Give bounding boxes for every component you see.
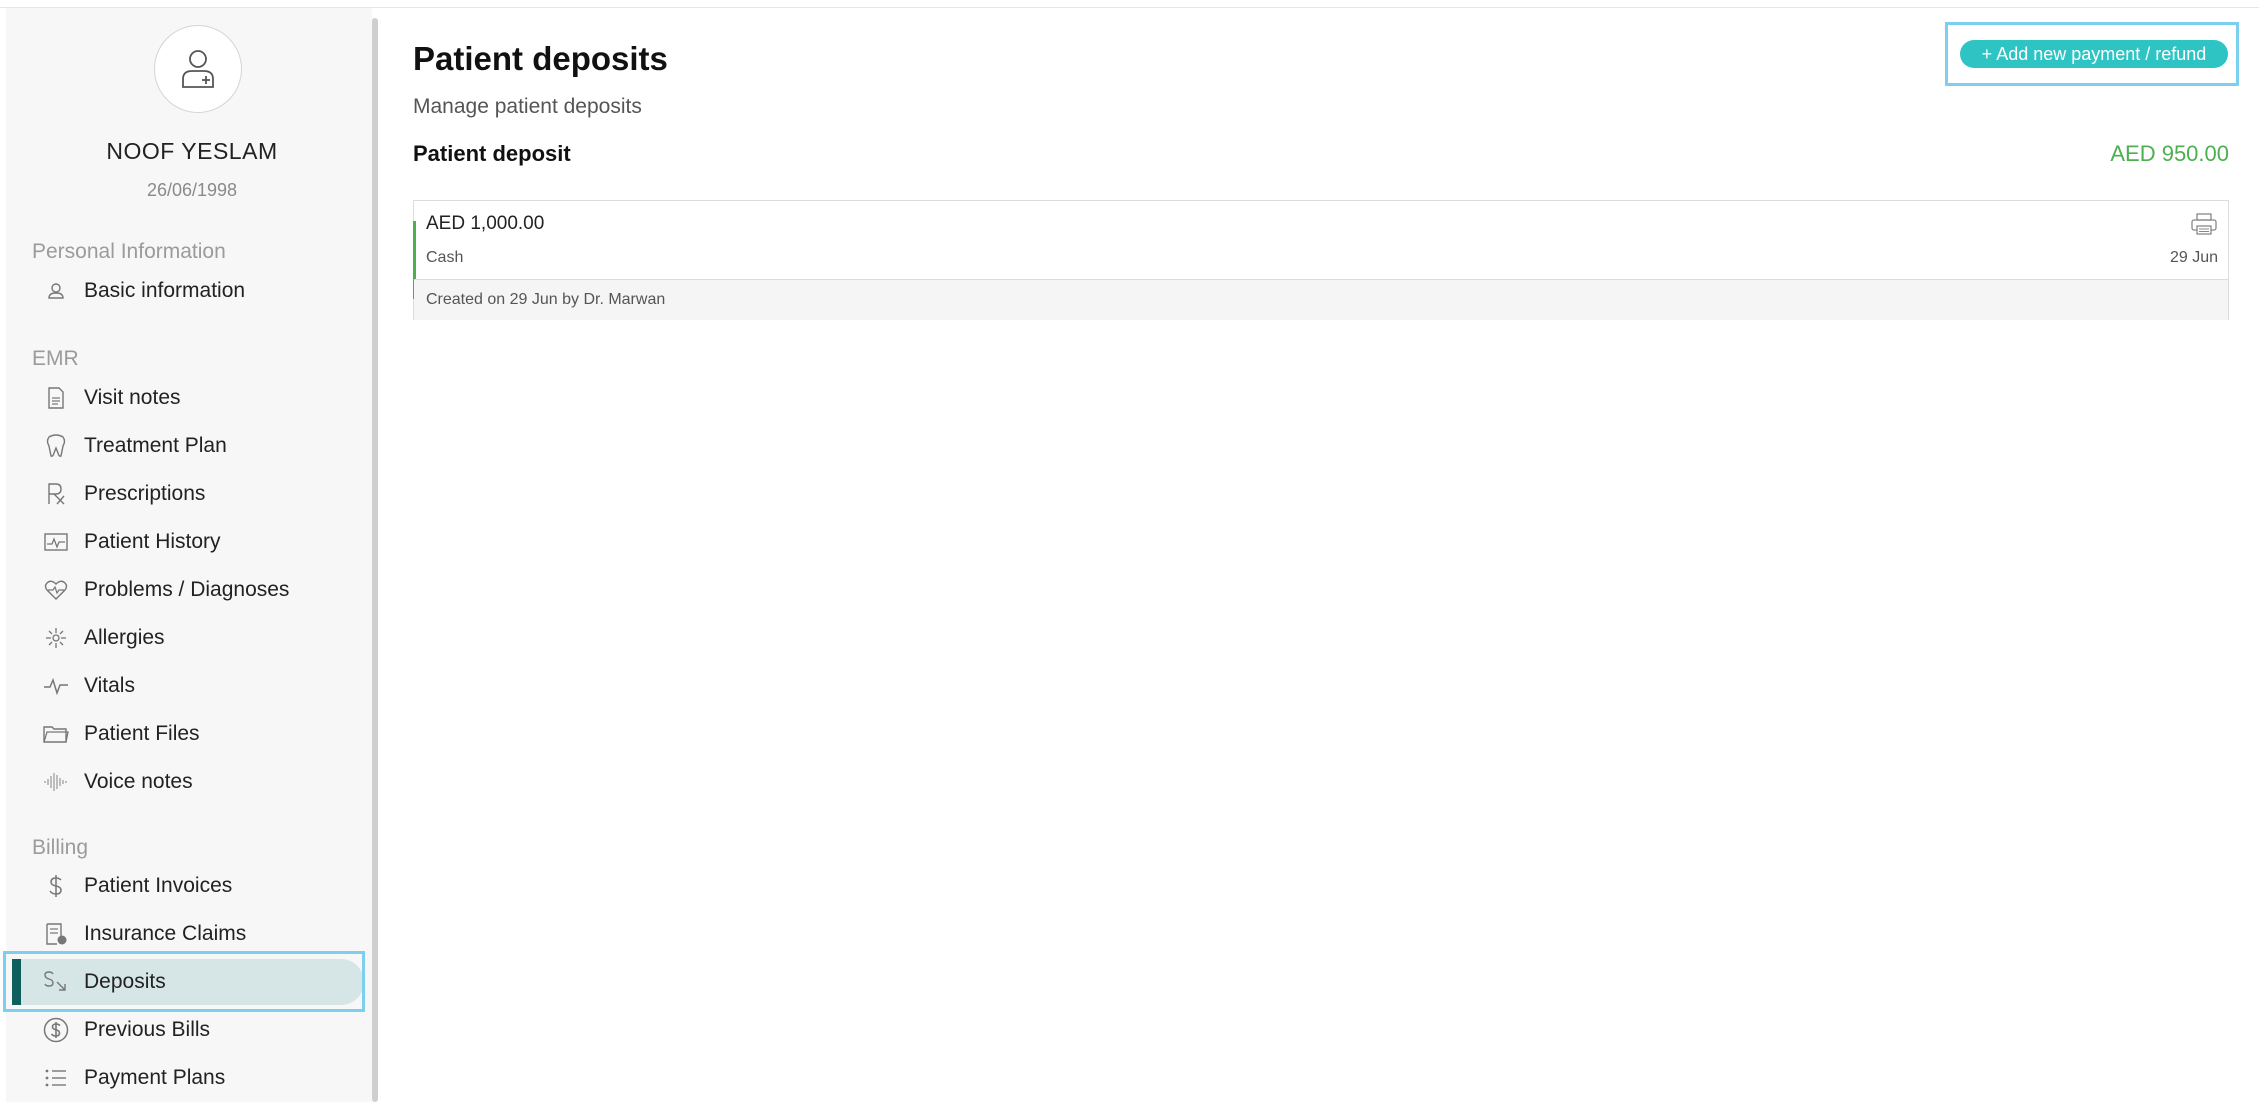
folder-icon xyxy=(42,720,70,748)
waveform-icon xyxy=(42,768,70,796)
claim-document-icon xyxy=(42,920,70,948)
patient-avatar-icon xyxy=(182,50,214,88)
deposit-icon xyxy=(42,968,70,996)
history-chart-icon xyxy=(42,528,70,556)
sidebar-item-label: Previous Bills xyxy=(84,1018,211,1041)
deposit-method: Cash xyxy=(426,249,464,266)
sidebar-item-label: Visit notes xyxy=(84,386,181,409)
sidebar-item-prescriptions[interactable]: Prescriptions xyxy=(22,471,362,517)
list-icon xyxy=(42,1064,70,1092)
sidebar-item-visit-notes[interactable]: Visit notes xyxy=(22,375,362,421)
sidebar-item-insurance-claims[interactable]: Insurance Claims xyxy=(22,911,362,957)
section-personal-information: Personal Information xyxy=(32,240,226,263)
top-bar xyxy=(0,0,2259,8)
patient-deposit-total: AED 950.00 xyxy=(2110,141,2229,166)
sidebar-item-patient-history[interactable]: Patient History xyxy=(22,519,362,565)
pulse-icon xyxy=(42,672,70,700)
dollar-circle-icon xyxy=(42,1016,70,1044)
sidebar-item-deposits[interactable]: Deposits xyxy=(12,959,364,1005)
prescription-icon xyxy=(42,480,70,508)
avatar xyxy=(154,25,242,113)
page-title: Patient deposits xyxy=(413,40,668,77)
sidebar-item-allergies[interactable]: Allergies xyxy=(22,615,362,661)
sidebar-item-basic-information[interactable]: Basic information xyxy=(22,268,362,314)
sidebar-item-label: Patient Invoices xyxy=(84,874,233,897)
heart-pulse-icon xyxy=(42,576,70,604)
sidebar-item-label: Insurance Claims xyxy=(84,922,247,945)
tooth-icon xyxy=(42,432,70,460)
sidebar-item-previous-bills[interactable]: Previous Bills xyxy=(22,1007,362,1053)
deposit-date: 29 Jun xyxy=(2169,249,2218,266)
person-icon xyxy=(42,277,70,305)
patient-name: NOOF YESLAM xyxy=(106,138,278,164)
sidebar-scrollbar[interactable] xyxy=(372,18,378,1102)
section-billing: Billing xyxy=(32,836,89,859)
sidebar-item-label: Basic information xyxy=(84,279,246,302)
patient-sidebar: NOOF YESLAM 26/06/1998 Personal Informat… xyxy=(6,8,372,1102)
sidebar-item-treatment-plan[interactable]: Treatment Plan xyxy=(22,423,362,469)
sidebar-item-label: Patient Files xyxy=(84,722,200,745)
sidebar-item-label: Problems / Diagnoses xyxy=(84,578,290,601)
add-payment-refund-button[interactable]: + Add new payment / refund xyxy=(1960,40,2228,68)
patient-dob: 26/06/1998 xyxy=(146,180,238,200)
sidebar-item-label: Patient History xyxy=(84,530,221,553)
page-subtitle: Manage patient deposits xyxy=(413,95,642,118)
sidebar-item-patient-invoices[interactable]: Patient Invoices xyxy=(22,863,362,909)
sidebar-item-label: Voice notes xyxy=(84,770,193,793)
sidebar-item-voice-notes[interactable]: Voice notes xyxy=(22,759,362,805)
sidebar-item-patient-files[interactable]: Patient Files xyxy=(22,711,362,757)
sidebar-item-payment-plans[interactable]: Payment Plans xyxy=(22,1055,362,1101)
sidebar-item-problems-diagnoses[interactable]: Problems / Diagnoses xyxy=(22,567,362,613)
sidebar-item-label: Treatment Plan xyxy=(84,434,227,457)
sidebar-item-label: Allergies xyxy=(84,626,165,649)
deposit-created-info: Created on 29 Jun by Dr. Marwan xyxy=(414,279,2228,320)
deposit-amount: AED 1,000.00 xyxy=(426,213,545,234)
deposit-card: AED 1,000.00 Cash 29 Jun Created on 29 J… xyxy=(413,200,2229,320)
allergy-icon xyxy=(42,624,70,652)
section-emr: EMR xyxy=(32,347,79,370)
dollar-icon xyxy=(42,872,70,900)
document-icon xyxy=(42,384,70,412)
print-icon[interactable] xyxy=(2190,211,2218,237)
patient-deposit-label: Patient deposit xyxy=(413,141,571,166)
sidebar-item-label: Prescriptions xyxy=(84,482,206,505)
sidebar-item-label: Payment Plans xyxy=(84,1066,226,1089)
sidebar-item-label: Vitals xyxy=(84,674,135,697)
sidebar-item-vitals[interactable]: Vitals xyxy=(22,663,362,709)
sidebar-item-label: Deposits xyxy=(84,970,166,993)
